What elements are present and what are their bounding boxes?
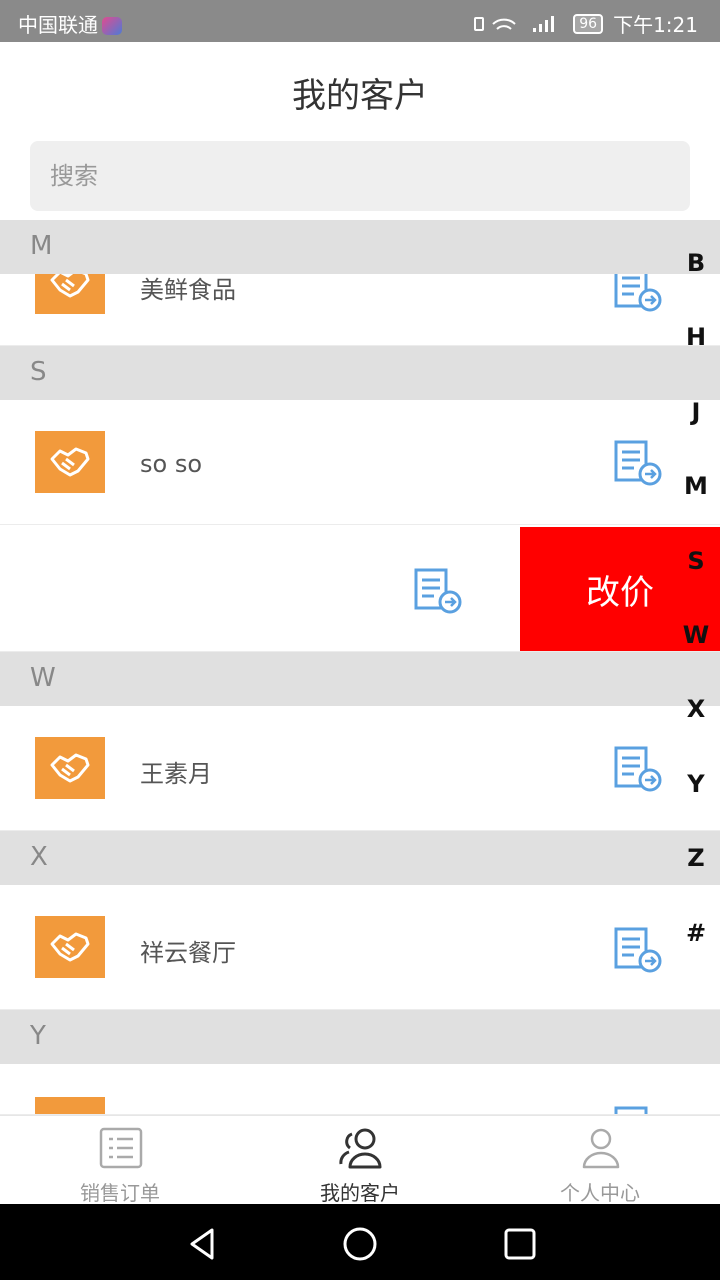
customers-icon — [339, 1128, 382, 1169]
customer-name: 美鲜食品 — [140, 276, 236, 304]
index-letter[interactable]: W — [672, 617, 720, 691]
index-letter[interactable]: # — [672, 915, 720, 989]
recents-icon[interactable] — [500, 1224, 540, 1264]
customer-name: so so — [140, 450, 203, 478]
battery-icon: 96 — [573, 13, 604, 34]
system-navigation-bar — [0, 1204, 720, 1280]
status-icons: 96 下午1:21 — [473, 9, 698, 38]
customer-avatar — [35, 916, 105, 978]
index-letter[interactable]: J — [672, 394, 720, 468]
handshake-icon — [50, 447, 90, 477]
order-document-icon[interactable] — [614, 274, 662, 312]
customer-avatar — [35, 1097, 105, 1114]
person-icon — [582, 1128, 620, 1169]
section-header: X — [0, 831, 720, 885]
clock: 下午1:21 — [613, 13, 698, 37]
back-icon[interactable] — [182, 1224, 222, 1264]
bottom-tab-bar: 销售订单 我的客户 个人中心 — [0, 1115, 720, 1205]
list-item[interactable]: 美鲜食品 — [0, 274, 720, 346]
list-icon — [99, 1127, 143, 1169]
section-header: W — [0, 652, 720, 706]
handshake-icon — [50, 753, 90, 783]
order-document-icon[interactable] — [414, 568, 462, 614]
index-letter[interactable]: H — [672, 319, 720, 393]
search-box — [30, 141, 690, 211]
order-document-icon[interactable] — [614, 1106, 662, 1115]
section-header: M — [0, 220, 720, 274]
order-document-icon[interactable] — [614, 927, 662, 973]
list-item[interactable]: 祥云餐厅 — [0, 885, 720, 1010]
list-item[interactable]: 王素月 — [0, 706, 720, 831]
order-document-icon[interactable] — [614, 440, 662, 486]
alphabet-index[interactable]: B H J M S W X Y Z # — [672, 245, 720, 989]
signal-wifi-icon — [474, 15, 555, 32]
index-letter[interactable]: S — [672, 543, 720, 617]
tab-personal-center[interactable]: 个人中心 — [480, 1116, 720, 1205]
customer-name: 王素月 — [140, 760, 212, 788]
index-letter[interactable]: M — [672, 468, 720, 542]
carrier-label: 中国联通 — [18, 9, 122, 38]
customer-avatar — [35, 737, 105, 799]
customer-name: 祥云餐厅 — [140, 939, 236, 967]
list-item[interactable]: so so — [0, 400, 720, 525]
tab-my-customers[interactable]: 我的客户 — [240, 1116, 480, 1205]
home-icon[interactable] — [340, 1224, 380, 1264]
app-notification-icon — [102, 17, 122, 35]
handshake-icon — [50, 932, 90, 962]
status-bar: 中国联通 96 下午1:21 — [0, 0, 720, 42]
section-header: S — [0, 346, 720, 400]
list-item[interactable] — [0, 1064, 720, 1115]
handshake-icon — [50, 274, 90, 298]
title-bar: 我的客户 — [0, 42, 720, 138]
tab-sales-orders[interactable]: 销售订单 — [0, 1116, 240, 1205]
section-header: Y — [0, 1010, 720, 1064]
index-letter[interactable]: X — [672, 691, 720, 765]
index-letter[interactable]: B — [672, 245, 720, 319]
customer-avatar — [35, 274, 105, 314]
customer-avatar — [35, 431, 105, 493]
search-input[interactable] — [30, 141, 690, 211]
index-letter[interactable]: Z — [672, 840, 720, 914]
index-letter[interactable]: Y — [672, 766, 720, 840]
page-title: 我的客户 — [292, 76, 428, 116]
order-document-icon[interactable] — [614, 746, 662, 792]
